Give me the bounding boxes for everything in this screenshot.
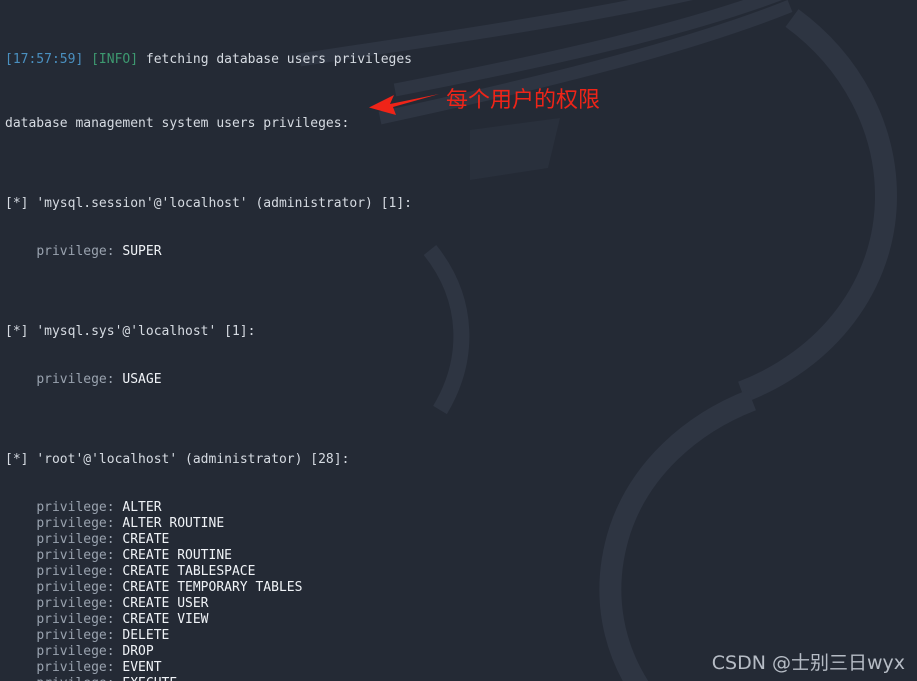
user-entry-header: [*] 'mysql.sys'@'localhost' [1]: (5, 324, 917, 340)
privilege-label: privilege: (36, 516, 123, 531)
privilege-value: CREATE USER (122, 596, 209, 611)
privilege-row: privilege: CREATE ROUTINE (5, 548, 917, 564)
privilege-value: CREATE TABLESPACE (122, 564, 256, 579)
privilege-label: privilege: (36, 548, 123, 563)
privilege-value: CREATE VIEW (122, 612, 209, 627)
terminal-window[interactable]: [17:57:59] [INFO] fetching database user… (0, 0, 917, 681)
privilege-label: privilege: (36, 500, 123, 515)
privilege-value: CREATE TEMPORARY TABLES (122, 580, 303, 595)
log-message: fetching database users privileges (138, 52, 413, 67)
privilege-value: CREATE (122, 532, 170, 547)
privilege-label: privilege: (36, 628, 123, 643)
privilege-value: EXECUTE (122, 676, 177, 681)
privilege-row: privilege: DELETE (5, 628, 917, 644)
user-marker: [*] (5, 196, 29, 211)
privilege-label: privilege: (36, 596, 123, 611)
privilege-row: privilege: EXECUTE (5, 676, 917, 681)
privilege-label: privilege: (36, 580, 123, 595)
annotation-label: 每个用户的权限 (446, 88, 601, 113)
privilege-row: privilege: USAGE (5, 372, 917, 388)
privilege-value: DELETE (122, 628, 170, 643)
privilege-label: privilege: (36, 372, 123, 387)
privilege-row: privilege: CREATE VIEW (5, 612, 917, 628)
privilege-label: privilege: (36, 564, 123, 579)
privilege-label: privilege: (36, 612, 123, 627)
user-privilege-count: [28]: (310, 452, 350, 467)
log-level-info: [INFO] (91, 52, 139, 67)
privilege-value: ALTER (122, 500, 162, 515)
privilege-label: privilege: (36, 676, 122, 681)
user-name: 'mysql.sys'@'localhost' (36, 324, 217, 339)
user-role: (administrator) (185, 452, 303, 467)
privilege-row: privilege: ALTER ROUTINE (5, 516, 917, 532)
privilege-value: SUPER (122, 244, 162, 259)
privilege-value: EVENT (122, 660, 162, 675)
privilege-label: privilege: (36, 660, 123, 675)
user-name: 'root'@'localhost' (36, 452, 178, 467)
privilege-value: ALTER ROUTINE (122, 516, 225, 531)
privilege-label: privilege: (36, 532, 123, 547)
log-timestamp: [17:57:59] (5, 52, 84, 67)
privilege-value: CREATE ROUTINE (122, 548, 232, 563)
privilege-row: privilege: CREATE TEMPORARY TABLES (5, 580, 917, 596)
privilege-value: USAGE (122, 372, 162, 387)
user-privilege-count: [1]: (380, 196, 413, 211)
section-title: database management system users privile… (5, 116, 350, 131)
user-marker: [*] (5, 452, 29, 467)
user-entry-header: [*] 'mysql.session'@'localhost' (adminis… (5, 196, 917, 212)
privilege-label: privilege: (36, 244, 123, 259)
privilege-row: privilege: CREATE USER (5, 596, 917, 612)
privilege-row: privilege: CREATE TABLESPACE (5, 564, 917, 580)
user-role: (administrator) (255, 196, 373, 211)
user-name: 'mysql.session'@'localhost' (36, 196, 248, 211)
privilege-row: privilege: ALTER (5, 500, 917, 516)
user-marker: [*] (5, 324, 29, 339)
privilege-row: privilege: CREATE (5, 532, 917, 548)
privilege-value: DROP (122, 644, 154, 659)
privilege-label: privilege: (36, 644, 123, 659)
user-entry-header-root: [*] 'root'@'localhost' (administrator) [… (5, 452, 917, 468)
privilege-row: privilege: SUPER (5, 244, 917, 260)
log-line-fetching: [17:57:59] [INFO] fetching database user… (5, 52, 917, 68)
csdn-watermark: CSDN @士别三日wyx (711, 652, 905, 674)
user-privilege-count: [1]: (224, 324, 256, 339)
left-arrow-icon (369, 94, 439, 115)
